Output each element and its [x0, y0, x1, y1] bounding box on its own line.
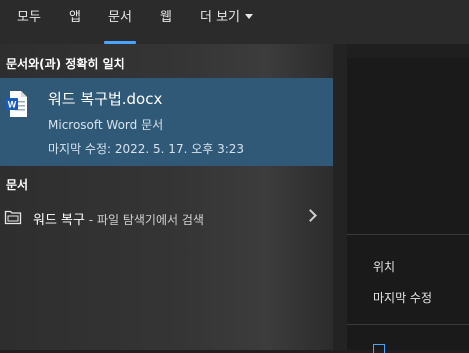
chevron-right-icon[interactable] — [304, 209, 317, 222]
last-modified-label: 마지막 수정 — [373, 291, 433, 305]
search-location-description: - 파일 탐색기에서 검색 — [84, 213, 204, 227]
documents-section-title: 문서 — [6, 178, 29, 192]
location-label: 위치 — [373, 260, 396, 274]
panel-divider — [333, 44, 347, 350]
search-tab-bar: 모두 앱 문서 웹 더 보기 — [0, 0, 469, 44]
tab-all[interactable]: 모두 — [17, 0, 41, 44]
folder-search-icon — [4, 210, 22, 225]
tab-apps[interactable]: 앱 — [69, 0, 81, 44]
word-document-icon: W — [6, 91, 27, 117]
chevron-down-icon — [245, 14, 254, 19]
search-in-explorer-item[interactable]: 워드 복구 - 파일 탐색기에서 검색 — [0, 204, 333, 232]
tab-web[interactable]: 웹 — [160, 0, 172, 44]
results-panel: 문서와(과) 정확히 일치 W 워드 복구법.docx Microsoft Wo… — [0, 44, 333, 350]
open-icon[interactable] — [373, 344, 385, 353]
preview-panel: 위치 마지막 수정 — [347, 58, 469, 353]
search-term: 워드 복구 — [33, 213, 85, 228]
tab-more[interactable]: 더 보기 — [200, 0, 254, 44]
best-match-modified-date: 마지막 수정: 2022. 5. 17. 오후 3:23 — [48, 142, 245, 156]
best-match-result[interactable]: W 워드 복구법.docx Microsoft Word 문서 마지막 수정: … — [0, 78, 333, 166]
best-match-section-title: 문서와(과) 정확히 일치 — [6, 57, 125, 71]
tab-documents[interactable]: 문서 — [104, 0, 136, 44]
preview-divider-2 — [347, 324, 469, 325]
svg-text:W: W — [8, 100, 17, 110]
preview-divider — [347, 234, 469, 235]
best-match-subtitle: Microsoft Word 문서 — [48, 118, 164, 132]
best-match-title: 워드 복구법.docx — [48, 90, 163, 108]
